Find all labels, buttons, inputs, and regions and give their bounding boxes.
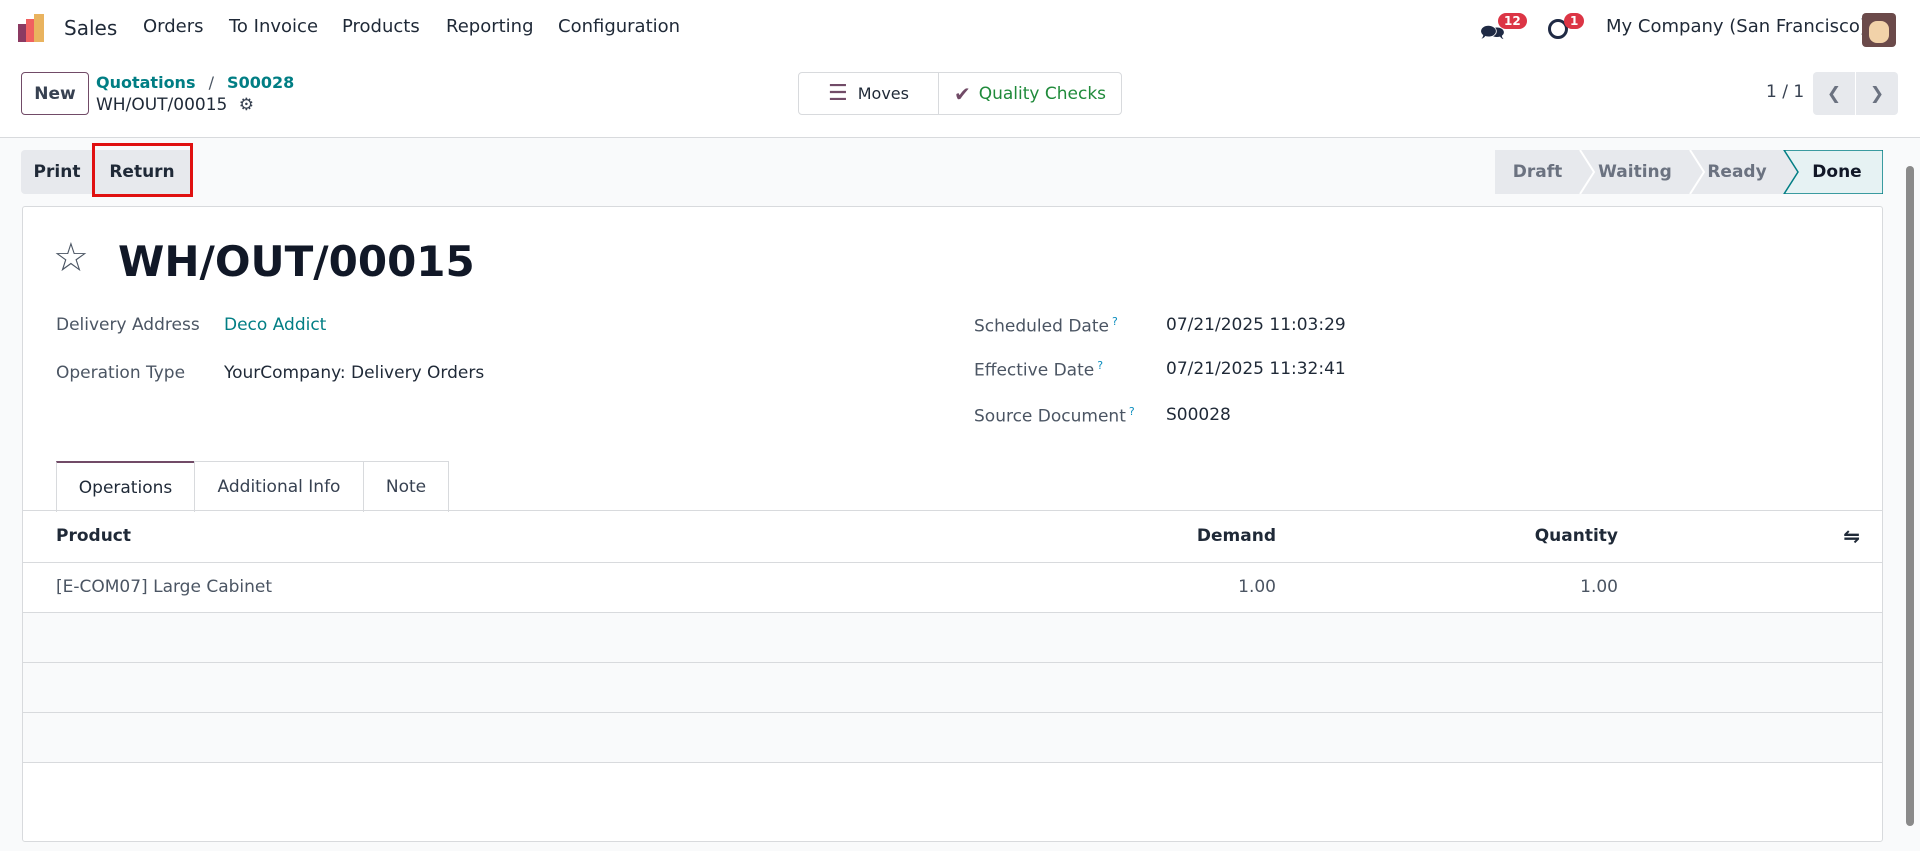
operation-type-label: Operation Type (56, 363, 186, 383)
top-navbar: Sales Orders To Invoice Products Reporti… (0, 0, 1920, 56)
pager-previous-button[interactable]: ❮ (1813, 72, 1855, 115)
scrollbar[interactable] (1906, 152, 1916, 842)
breadcrumb-order[interactable]: S00028 (227, 73, 294, 92)
tab-operations[interactable]: Operations (56, 461, 195, 512)
quality-checks-button[interactable]: ✔ Quality Checks (939, 73, 1121, 114)
empty-row (23, 713, 1882, 763)
source-document-value[interactable]: S00028 (1166, 405, 1231, 425)
activities-button[interactable]: 1 (1548, 13, 1588, 42)
effective-date-value: 07/21/2025 11:32:41 (1166, 359, 1346, 379)
moves-button[interactable]: ☰ Moves (799, 73, 939, 114)
operation-type-value[interactable]: YourCompany: Delivery Orders (224, 363, 484, 383)
highlight-box (92, 143, 193, 197)
user-avatar[interactable] (1862, 13, 1896, 47)
scheduled-date-label: Scheduled Date (974, 316, 1109, 337)
tab-additional-info[interactable]: Additional Info (194, 461, 364, 512)
smart-buttons: ☰ Moves ✔ Quality Checks (798, 72, 1122, 115)
menu-products[interactable]: Products (342, 16, 420, 37)
list-icon: ☰ (828, 81, 848, 106)
help-icon[interactable]: ? (1129, 405, 1135, 418)
column-demand[interactable]: Demand (1197, 526, 1276, 546)
messages-badge: 12 (1498, 13, 1527, 29)
breadcrumb-quotations[interactable]: Quotations (96, 73, 195, 92)
chevron-right-icon: ❯ (1869, 83, 1885, 104)
print-button[interactable]: Print (21, 150, 93, 194)
product-cell: [E-COM07] Large Cabinet (56, 577, 273, 597)
help-icon[interactable]: ? (1112, 315, 1118, 328)
record-title: WH/OUT/00015 (118, 237, 475, 286)
help-icon[interactable]: ? (1097, 359, 1103, 372)
quality-checks-label: Quality Checks (978, 83, 1107, 104)
stage-done[interactable]: Done (1791, 150, 1883, 194)
delivery-address-value[interactable]: Deco Addict (224, 315, 326, 335)
company-switcher[interactable]: My Company (San Francisco) (1606, 16, 1867, 37)
quantity-cell: 1.00 (1580, 577, 1618, 597)
demand-cell: 1.00 (1238, 577, 1276, 597)
table-header: Product Demand Quantity ⇋ (23, 510, 1882, 563)
empty-row (23, 613, 1882, 663)
scheduled-date-value[interactable]: 07/21/2025 11:03:29 (1166, 315, 1346, 335)
pager-value[interactable]: 1 / 1 (1766, 82, 1804, 102)
empty-row (23, 663, 1882, 713)
gear-icon[interactable]: ⚙ (239, 95, 254, 115)
moves-label: Moves (857, 84, 909, 103)
breadcrumb: Quotations / S00028 (96, 73, 295, 92)
chevron-left-icon: ❮ (1826, 83, 1842, 104)
pager-next-button[interactable]: ❯ (1856, 72, 1898, 115)
messages-button[interactable]: 🗪 12 (1480, 13, 1530, 44)
effective-date-label: Effective Date (974, 360, 1095, 381)
app-name[interactable]: Sales (64, 16, 117, 40)
menu-orders[interactable]: Orders (143, 16, 204, 37)
check-icon: ✔ (953, 81, 971, 106)
column-product[interactable]: Product (56, 526, 131, 546)
current-record-name: WH/OUT/00015 (96, 95, 228, 115)
form-sheet: ☆ WH/OUT/00015 Delivery Address Deco Add… (22, 206, 1883, 842)
optional-columns-icon[interactable]: ⇋ (1843, 524, 1860, 548)
menu-configuration[interactable]: Configuration (558, 16, 680, 37)
source-document-label: Source Document (974, 406, 1126, 427)
delivery-address-label: Delivery Address (56, 315, 200, 335)
table-row[interactable]: [E-COM07] Large Cabinet 1.00 1.00 (23, 563, 1882, 613)
activities-badge: 1 (1564, 13, 1585, 29)
column-quantity[interactable]: Quantity (1535, 526, 1618, 546)
star-icon[interactable]: ☆ (53, 235, 89, 281)
tab-note[interactable]: Note (363, 461, 449, 512)
new-button[interactable]: New (21, 72, 89, 115)
control-panel: New Quotations / S00028 WH/OUT/00015 ⚙ ☰… (0, 56, 1920, 138)
sales-app-logo-icon[interactable] (18, 14, 48, 44)
menu-to-invoice[interactable]: To Invoice (229, 16, 318, 37)
status-bar: Draft Waiting Ready Done (1495, 150, 1883, 194)
menu-reporting[interactable]: Reporting (446, 16, 534, 37)
